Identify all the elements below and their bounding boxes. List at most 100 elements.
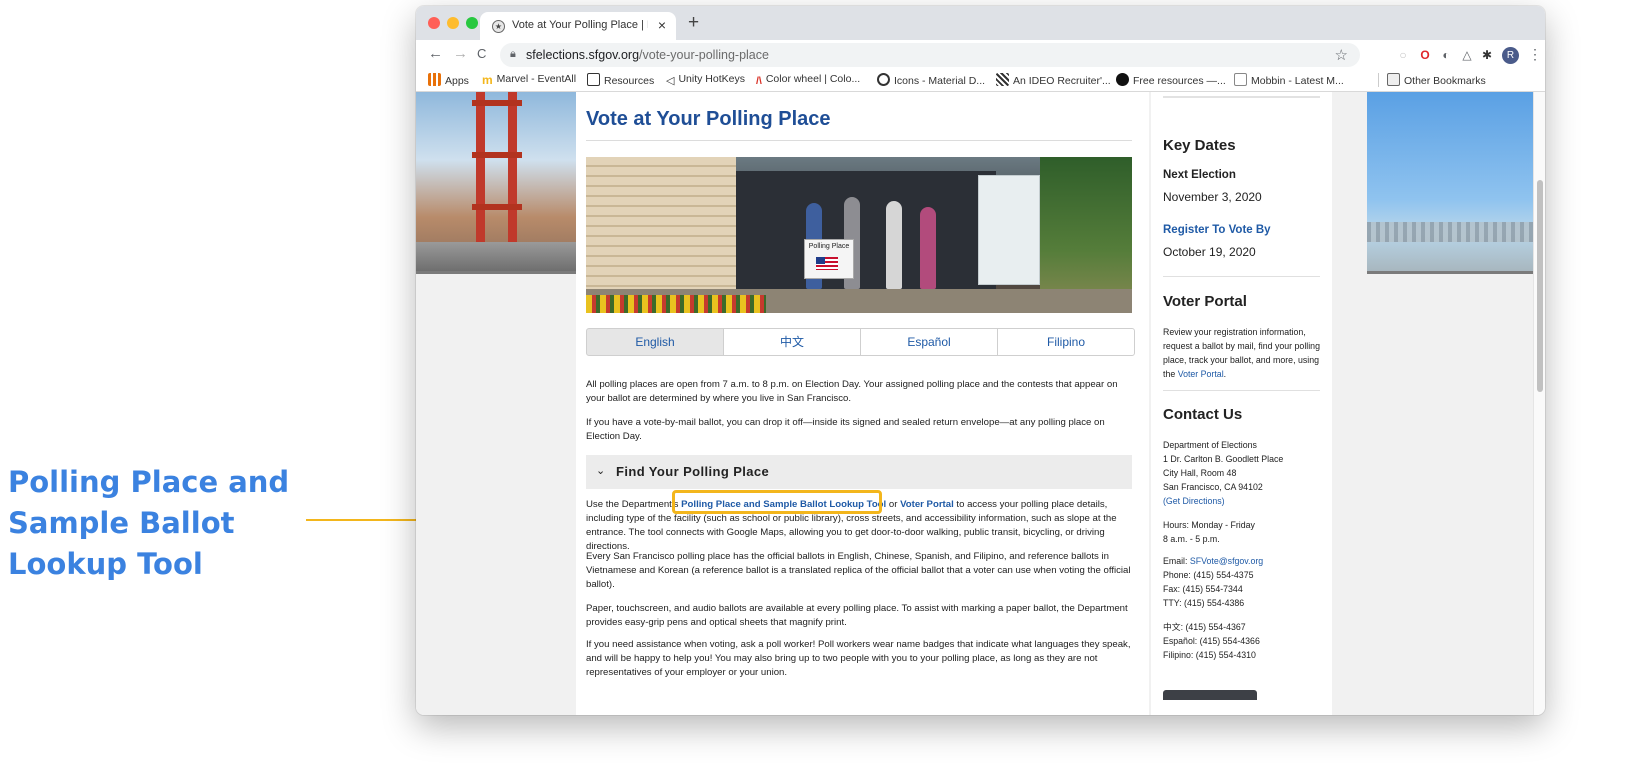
- bookmark-resources[interactable]: Resources: [587, 73, 654, 87]
- next-election-date: November 3, 2020: [1163, 190, 1262, 204]
- sidebar-divider: [1163, 276, 1320, 277]
- city-skyline: [1367, 222, 1545, 242]
- bookmark-label: Marvel - EventAll: [496, 73, 577, 85]
- ideo-icon: [996, 73, 1009, 86]
- forward-arrow-icon[interactable]: →: [453, 45, 468, 62]
- contact-address: Department of Elections 1 Dr. Carlton B.…: [1163, 438, 1323, 508]
- bookmark-label: Icons - Material D...: [894, 75, 986, 87]
- opera-icon[interactable]: O: [1418, 48, 1432, 62]
- screenshot-stage: Polling Place and Sample Ballot Lookup T…: [0, 0, 1628, 770]
- tab-english[interactable]: English: [586, 328, 724, 356]
- profile-avatar[interactable]: R: [1502, 47, 1519, 64]
- scrollbar-thumb[interactable]: [1537, 180, 1543, 392]
- bookmarks-bar: Apps m Marvel - EventAll Resources ◁ Unity…: [416, 70, 1545, 92]
- phone-line: Phone: (415) 554-4375: [1163, 570, 1254, 580]
- bookmark-marvel[interactable]: m Marvel - EventAll: [482, 73, 577, 87]
- voter-portal-link[interactable]: Voter Portal: [900, 499, 954, 510]
- get-directions-link[interactable]: (Get Directions): [1163, 496, 1225, 506]
- close-window-button[interactable]: [428, 17, 440, 29]
- minimize-window-button[interactable]: [447, 17, 459, 29]
- close-tab-icon[interactable]: ×: [658, 17, 666, 33]
- url-path: /vote-your-polling-place: [639, 48, 769, 62]
- office-hours: Hours: Monday - Friday 8 a.m. - 5 p.m.: [1163, 518, 1323, 546]
- chinese-phone: 中文: (415) 554-4367: [1163, 622, 1246, 632]
- bookmark-label: An IDEO Recruiter'...: [1013, 75, 1111, 87]
- kebab-menu-icon[interactable]: ⋮: [1528, 46, 1542, 63]
- photo-person: [886, 201, 902, 289]
- register-deadline: October 19, 2020: [1163, 245, 1256, 259]
- page-title: Vote at Your Polling Place: [586, 108, 831, 130]
- tab-strip: ★ Vote at Your Polling Place | Dep × +: [416, 6, 1545, 40]
- notion-icon: [587, 73, 600, 86]
- hours-line: Hours: Monday - Friday: [1163, 520, 1255, 530]
- tty-line: TTY: (415) 554-4386: [1163, 598, 1245, 608]
- sign-text: Polling Place: [808, 243, 850, 250]
- us-flag: [816, 257, 838, 270]
- next-election-label: Next Election: [1163, 169, 1236, 181]
- bookmark-material-icons[interactable]: Icons - Material D...: [877, 73, 985, 87]
- bookmark-star-icon[interactable]: ☆: [1335, 46, 1348, 64]
- drive-icon[interactable]: △: [1460, 48, 1474, 62]
- bookmark-label: Free resources —...: [1133, 75, 1226, 87]
- accordion-title: Find Your Polling Place: [616, 464, 770, 479]
- spanish-phone: Español: (415) 554-4366: [1163, 636, 1260, 646]
- reload-icon[interactable]: C: [477, 46, 486, 61]
- lock-icon: 🔒︎: [510, 48, 516, 60]
- sidebar-voter-portal-link[interactable]: Voter Portal: [1178, 369, 1224, 379]
- url-host: sfelections.sfgov.org: [526, 48, 640, 62]
- chevron-down-icon: ⌄: [596, 465, 606, 477]
- new-tab-button[interactable]: +: [688, 12, 699, 34]
- back-arrow-icon[interactable]: ←: [428, 45, 443, 62]
- browser-window: ★ Vote at Your Polling Place | Dep × + ←…: [416, 6, 1545, 715]
- bookmark-color-wheel[interactable]: /\ Color wheel | Colo...: [756, 73, 860, 88]
- bookmark-other[interactable]: Other Bookmarks: [1378, 73, 1486, 87]
- bookmark-mobbin[interactable]: Mobbin - Latest M...: [1234, 73, 1344, 87]
- maximize-window-button[interactable]: [466, 17, 478, 29]
- page-viewport: Vote at Your Polling Place Polling Place: [416, 92, 1545, 715]
- tab-filipino[interactable]: Filipino: [997, 328, 1135, 356]
- dropoff-paragraph: If you have a vote-by-mail ballot, you c…: [586, 417, 1105, 442]
- email-link[interactable]: SFVote@sfgov.org: [1190, 556, 1263, 566]
- address-line: City Hall, Room 48: [1163, 468, 1237, 478]
- apps-grid-icon: [428, 73, 441, 86]
- photo-flowers: [586, 295, 766, 313]
- callout-label: Polling Place and Sample Ballot Lookup T…: [8, 465, 290, 581]
- extension-icon-3[interactable]: ◐: [1439, 48, 1453, 62]
- key-dates-heading: Key Dates: [1163, 137, 1236, 154]
- title-divider: [586, 140, 1132, 141]
- extension-icon-1[interactable]: ○: [1396, 48, 1410, 62]
- bookmark-label: Unity HotKeys: [678, 73, 745, 85]
- main-content: Vote at Your Polling Place Polling Place: [576, 92, 1149, 715]
- tab-spanish[interactable]: Español: [860, 328, 998, 356]
- sidebar-button[interactable]: [1163, 690, 1257, 700]
- marvel-icon: m: [482, 73, 493, 87]
- register-to-vote-link[interactable]: Register To Vote By: [1163, 224, 1271, 236]
- bookmark-free-resources[interactable]: Free resources —...: [1116, 73, 1226, 87]
- voter-portal-heading: Voter Portal: [1163, 293, 1247, 310]
- photo-booth: [978, 175, 1040, 285]
- page-scrollbar[interactable]: [1533, 92, 1545, 715]
- golden-gate-banner-image: [416, 92, 582, 274]
- tab-chinese[interactable]: 中文: [723, 328, 861, 356]
- contact-heading: Contact Us: [1163, 406, 1243, 423]
- mobbin-icon: [1234, 73, 1247, 86]
- bookmark-label: Other Bookmarks: [1404, 75, 1486, 87]
- bookmark-apps[interactable]: Apps: [428, 73, 469, 87]
- find-polling-place-accordion[interactable]: ⌄ Find Your Polling Place: [586, 455, 1132, 489]
- assistance-paragraph: If you need assistance when voting, ask …: [586, 639, 1131, 678]
- puzzle-icon[interactable]: ✱: [1480, 48, 1494, 62]
- filipino-phone: Filipino: (415) 554-4310: [1163, 650, 1256, 660]
- browser-tab[interactable]: ★ Vote at Your Polling Place | Dep ×: [480, 12, 676, 40]
- contact-numbers: Email: SFVote@sfgov.org Phone: (415) 554…: [1163, 554, 1323, 610]
- bookmark-label: Color wheel | Colo...: [765, 73, 861, 85]
- seal-icon: ★: [492, 20, 505, 33]
- tower-beam: [472, 100, 522, 106]
- hours-line: 8 a.m. - 5 p.m.: [1163, 534, 1220, 544]
- bookmark-label: Resources: [604, 75, 655, 87]
- address-bar[interactable]: 🔒︎ sfelections.sfgov.org/vote-your-polli…: [500, 43, 1360, 67]
- bookmark-unity[interactable]: ◁ Unity HotKeys: [666, 73, 745, 87]
- address-line: 1 Dr. Carlton B. Goodlett Place: [1163, 454, 1284, 464]
- bookmark-ideo[interactable]: An IDEO Recruiter'...: [996, 73, 1111, 87]
- lookup-text-pre: Use the Department's: [586, 499, 682, 510]
- ballot-types-paragraph: Paper, touchscreen, and audio ballots ar…: [586, 603, 1128, 628]
